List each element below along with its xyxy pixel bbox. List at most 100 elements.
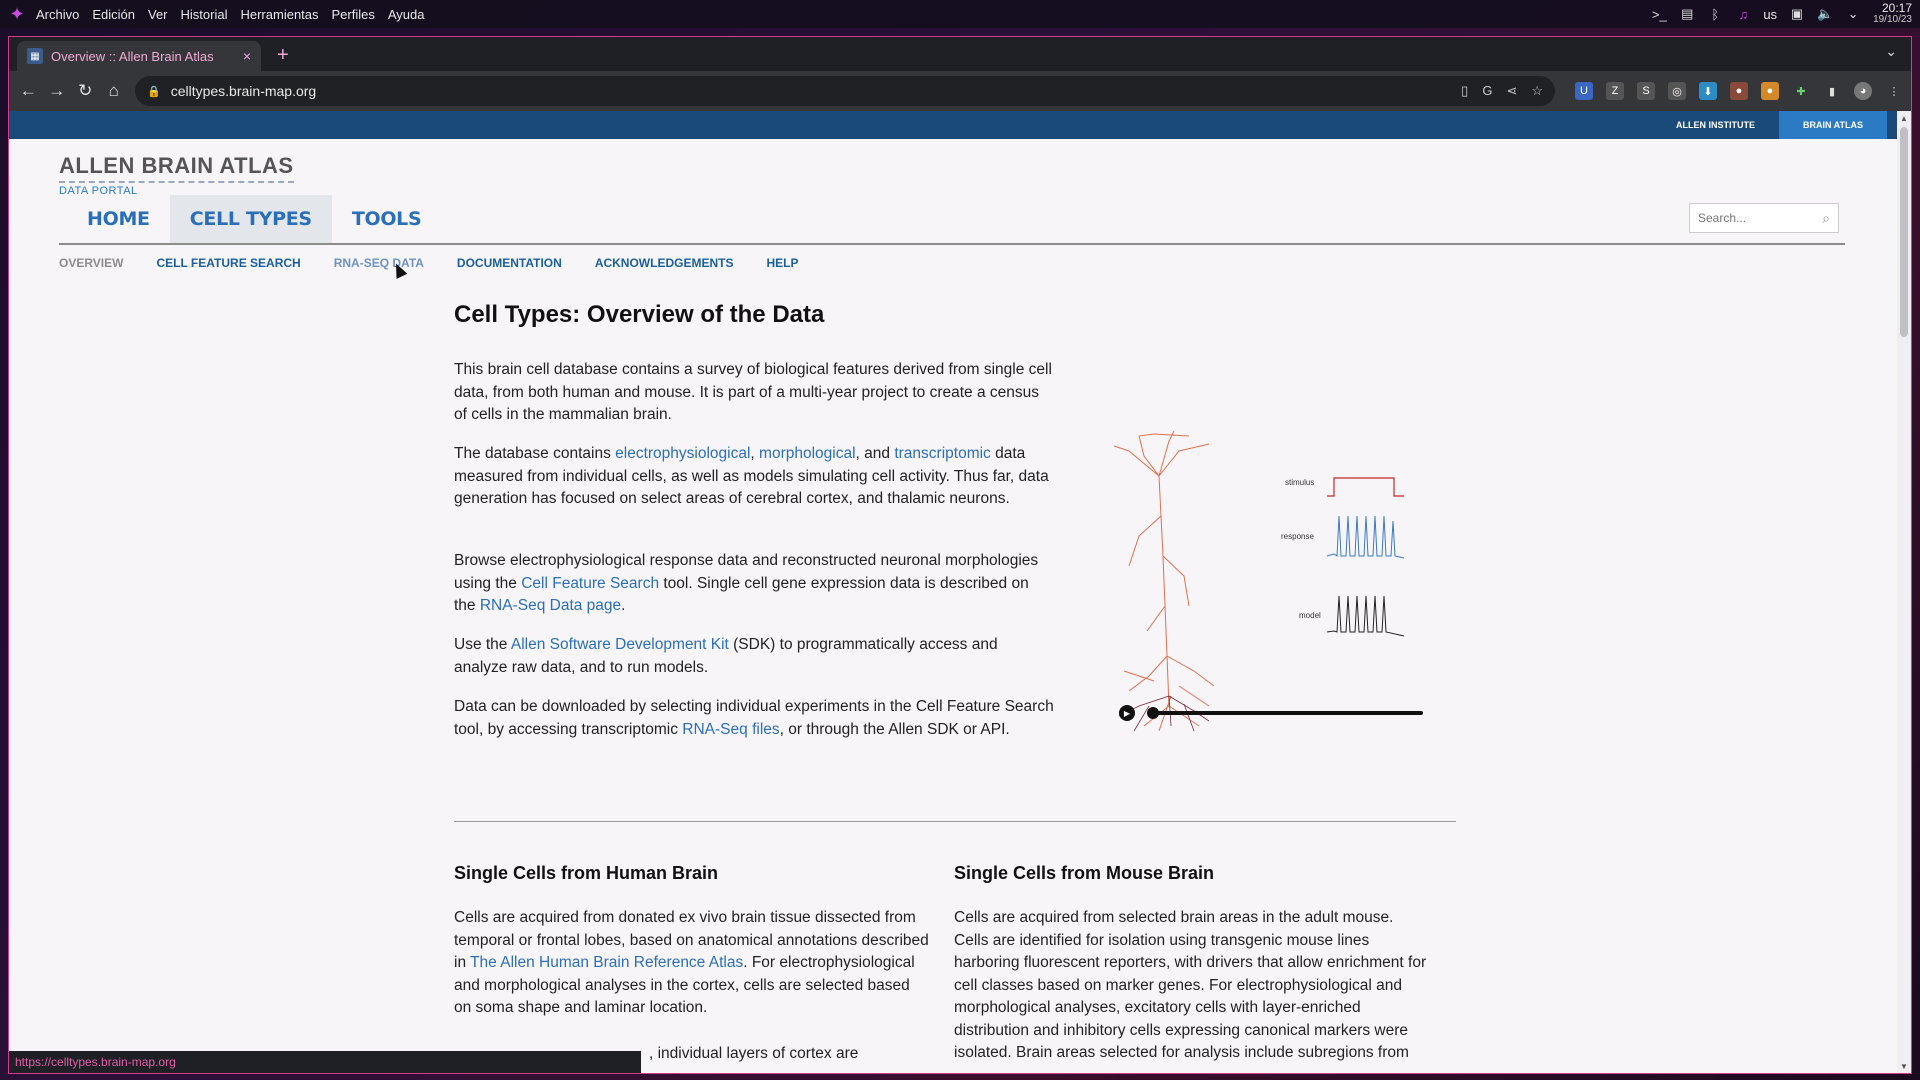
close-tab-icon[interactable]: ×: [243, 48, 251, 64]
address-bar[interactable]: 🔒 celltypes.brain-map.org ▯ G ⋖ ☆: [135, 76, 1555, 106]
google-lens-icon[interactable]: G: [1482, 83, 1492, 99]
response-trace: [1326, 515, 1405, 559]
forward-icon[interactable]: →: [46, 77, 69, 105]
os-menu-edicion[interactable]: Edición: [92, 7, 135, 22]
browser-window: ▦ Overview :: Allen Brain Atlas × + ⌄ ← …: [8, 36, 1912, 1074]
os-clock[interactable]: 20:17 19/10/23: [1873, 2, 1912, 26]
extension-bottle-icon[interactable]: ●: [1730, 82, 1748, 100]
rna-seq-data-page-link[interactable]: RNA-Seq Data page: [480, 597, 621, 614]
os-menu-ver[interactable]: Ver: [148, 7, 168, 22]
subnav-help[interactable]: HELP: [766, 256, 798, 270]
extension-z-icon[interactable]: Z: [1606, 82, 1624, 100]
side-panel-icon[interactable]: ▮: [1823, 82, 1841, 100]
bluetooth-icon[interactable]: ᛒ: [1707, 6, 1723, 22]
extension-download-icon[interactable]: ⬇: [1699, 82, 1717, 100]
nav-divider: [59, 243, 1845, 245]
extension-circle-icon[interactable]: ◎: [1668, 82, 1686, 100]
transcriptomic-link[interactable]: transcriptomic: [894, 445, 990, 462]
subnav-documentation[interactable]: DOCUMENTATION: [457, 256, 562, 270]
timeline-knob[interactable]: [1147, 707, 1159, 719]
os-menu-historial[interactable]: Historial: [181, 7, 228, 22]
neuron-morphology: [1113, 430, 1215, 732]
os-tray: >_ ▤ ᛒ ♫ us ▣ 🔈 ⌄ 20:17 19/10/23: [1651, 0, 1912, 28]
os-menu: Archivo Edición Ver Historial Herramient…: [36, 7, 425, 22]
music-icon[interactable]: ♫: [1735, 6, 1751, 22]
cell-feature-search-link[interactable]: Cell Feature Search: [521, 575, 659, 592]
human-section-heading: Single Cells from Human Brain: [454, 863, 719, 883]
web-page: ALLEN INSTITUTE BRAIN ATLAS ALLEN BRAIN …: [9, 111, 1911, 1073]
text: The database contains: [454, 445, 616, 462]
profile-avatar[interactable]: ◕: [1854, 82, 1872, 100]
extension-s-icon[interactable]: S: [1637, 82, 1655, 100]
logo-main: ALLEN BRAIN ATLAS: [59, 153, 294, 183]
brain-atlas-link[interactable]: BRAIN ATLAS: [1779, 111, 1887, 139]
browser-toolbar: ← → ↻ ⌂ 🔒 celltypes.brain-map.org ▯ G ⋖ …: [9, 71, 1911, 111]
model-trace: [1326, 595, 1405, 637]
subnav-acknowledgements[interactable]: ACKNOWLEDGEMENTS: [595, 256, 734, 270]
scrollbar-thumb[interactable]: [1900, 127, 1908, 337]
nav-cell-types[interactable]: CELL TYPES: [169, 195, 332, 243]
keyboard-layout[interactable]: us: [1763, 7, 1777, 22]
reload-icon[interactable]: ↻: [74, 77, 97, 105]
volume-icon[interactable]: 🔈: [1817, 6, 1833, 22]
extensions-puzzle-icon[interactable]: ✚: [1792, 82, 1810, 100]
os-menu-herramientas[interactable]: Herramientas: [240, 7, 318, 22]
lock-icon[interactable]: 🔒: [147, 85, 161, 98]
subnav-rna-seq-data[interactable]: RNA-SEQ DATA: [334, 256, 424, 270]
text: .: [621, 597, 626, 614]
text: , or through the Allen SDK or API.: [779, 720, 1010, 738]
play-icon[interactable]: ▶: [1119, 705, 1135, 721]
section-divider: [454, 821, 1456, 822]
site-logo[interactable]: ALLEN BRAIN ATLAS DATA PORTAL: [59, 153, 294, 197]
morphological-link[interactable]: morphological: [759, 445, 856, 462]
back-icon[interactable]: ←: [17, 77, 40, 105]
scroll-down-icon[interactable]: ▼: [1897, 1059, 1911, 1073]
extensions: U Z S ◎ ⬇ ● ● ✚ ▮ ◕ ⋮: [1575, 82, 1903, 100]
nav-tools[interactable]: TOOLS: [332, 195, 442, 243]
rna-seq-files-link[interactable]: RNA-Seq files: [682, 721, 779, 738]
electrophysiological-link[interactable]: electrophysiological: [615, 445, 750, 462]
extension-shield-icon[interactable]: U: [1575, 82, 1593, 100]
chevron-down-icon[interactable]: ⌄: [1845, 6, 1861, 22]
tab-search-chevron-icon[interactable]: ⌄: [1885, 43, 1897, 60]
terminal-icon[interactable]: >_: [1651, 6, 1667, 22]
extension-fox-icon[interactable]: ●: [1761, 82, 1779, 100]
text: Use the: [454, 636, 511, 653]
nav-home[interactable]: HOME: [67, 195, 170, 243]
tab-overview[interactable]: ▦ Overview :: Allen Brain Atlas ×: [17, 41, 261, 71]
os-menu-perfiles[interactable]: Perfiles: [332, 7, 375, 22]
share-icon[interactable]: ⋖: [1506, 83, 1517, 99]
sdk-paragraph: Use the Allen Software Development Kit (…: [454, 634, 1054, 679]
text: ,: [750, 445, 760, 462]
os-menu-archivo[interactable]: Archivo: [36, 7, 79, 22]
page-scrollbar[interactable]: ▲ ▼: [1897, 111, 1911, 1073]
timeline-slider[interactable]: [1147, 707, 1423, 719]
stimulus-trace: [1327, 477, 1404, 497]
text: , and: [855, 445, 895, 462]
display-icon[interactable]: ▣: [1789, 6, 1805, 22]
status-bar: https://celltypes.brain-map.org: [9, 1051, 641, 1073]
human-section-text-cut: , individual layers of cortex are: [649, 1045, 859, 1062]
human-reference-atlas-link[interactable]: The Allen Human Brain Reference Atlas: [470, 954, 743, 971]
main-nav: HOME CELL TYPES TOOLS: [67, 195, 441, 243]
subnav-overview[interactable]: OVERVIEW: [59, 256, 123, 270]
subnav-cell-feature-search[interactable]: CELL FEATURE SEARCH: [156, 256, 300, 270]
save-page-icon[interactable]: ▯: [1461, 83, 1468, 99]
tab-bar: ▦ Overview :: Allen Brain Atlas × + ⌄: [9, 37, 1911, 71]
os-menu-ayuda[interactable]: Ayuda: [388, 7, 425, 22]
browser-menu-icon[interactable]: ⋮: [1885, 82, 1903, 100]
address-url[interactable]: celltypes.brain-map.org: [171, 83, 1451, 99]
allen-institute-link[interactable]: ALLEN INSTITUTE: [1652, 111, 1779, 139]
human-section-text: Cells are acquired from donated ex vivo …: [454, 907, 929, 1020]
bookmark-star-icon[interactable]: ☆: [1531, 83, 1543, 99]
os-launcher-icon[interactable]: ✦: [6, 3, 28, 25]
new-tab-icon[interactable]: +: [277, 44, 289, 67]
allen-sdk-link[interactable]: Allen Software Development Kit: [511, 636, 729, 653]
home-icon[interactable]: ⌂: [103, 77, 126, 105]
intro-paragraph: This brain cell database contains a surv…: [454, 361, 1052, 423]
scroll-up-icon[interactable]: ▲: [1897, 111, 1911, 125]
search-icon[interactable]: ⌕: [1822, 210, 1830, 227]
search-input[interactable]: [1698, 211, 1810, 225]
database-paragraph: The database contains electrophysiologic…: [454, 443, 1054, 511]
clipboard-icon[interactable]: ▤: [1679, 6, 1695, 22]
